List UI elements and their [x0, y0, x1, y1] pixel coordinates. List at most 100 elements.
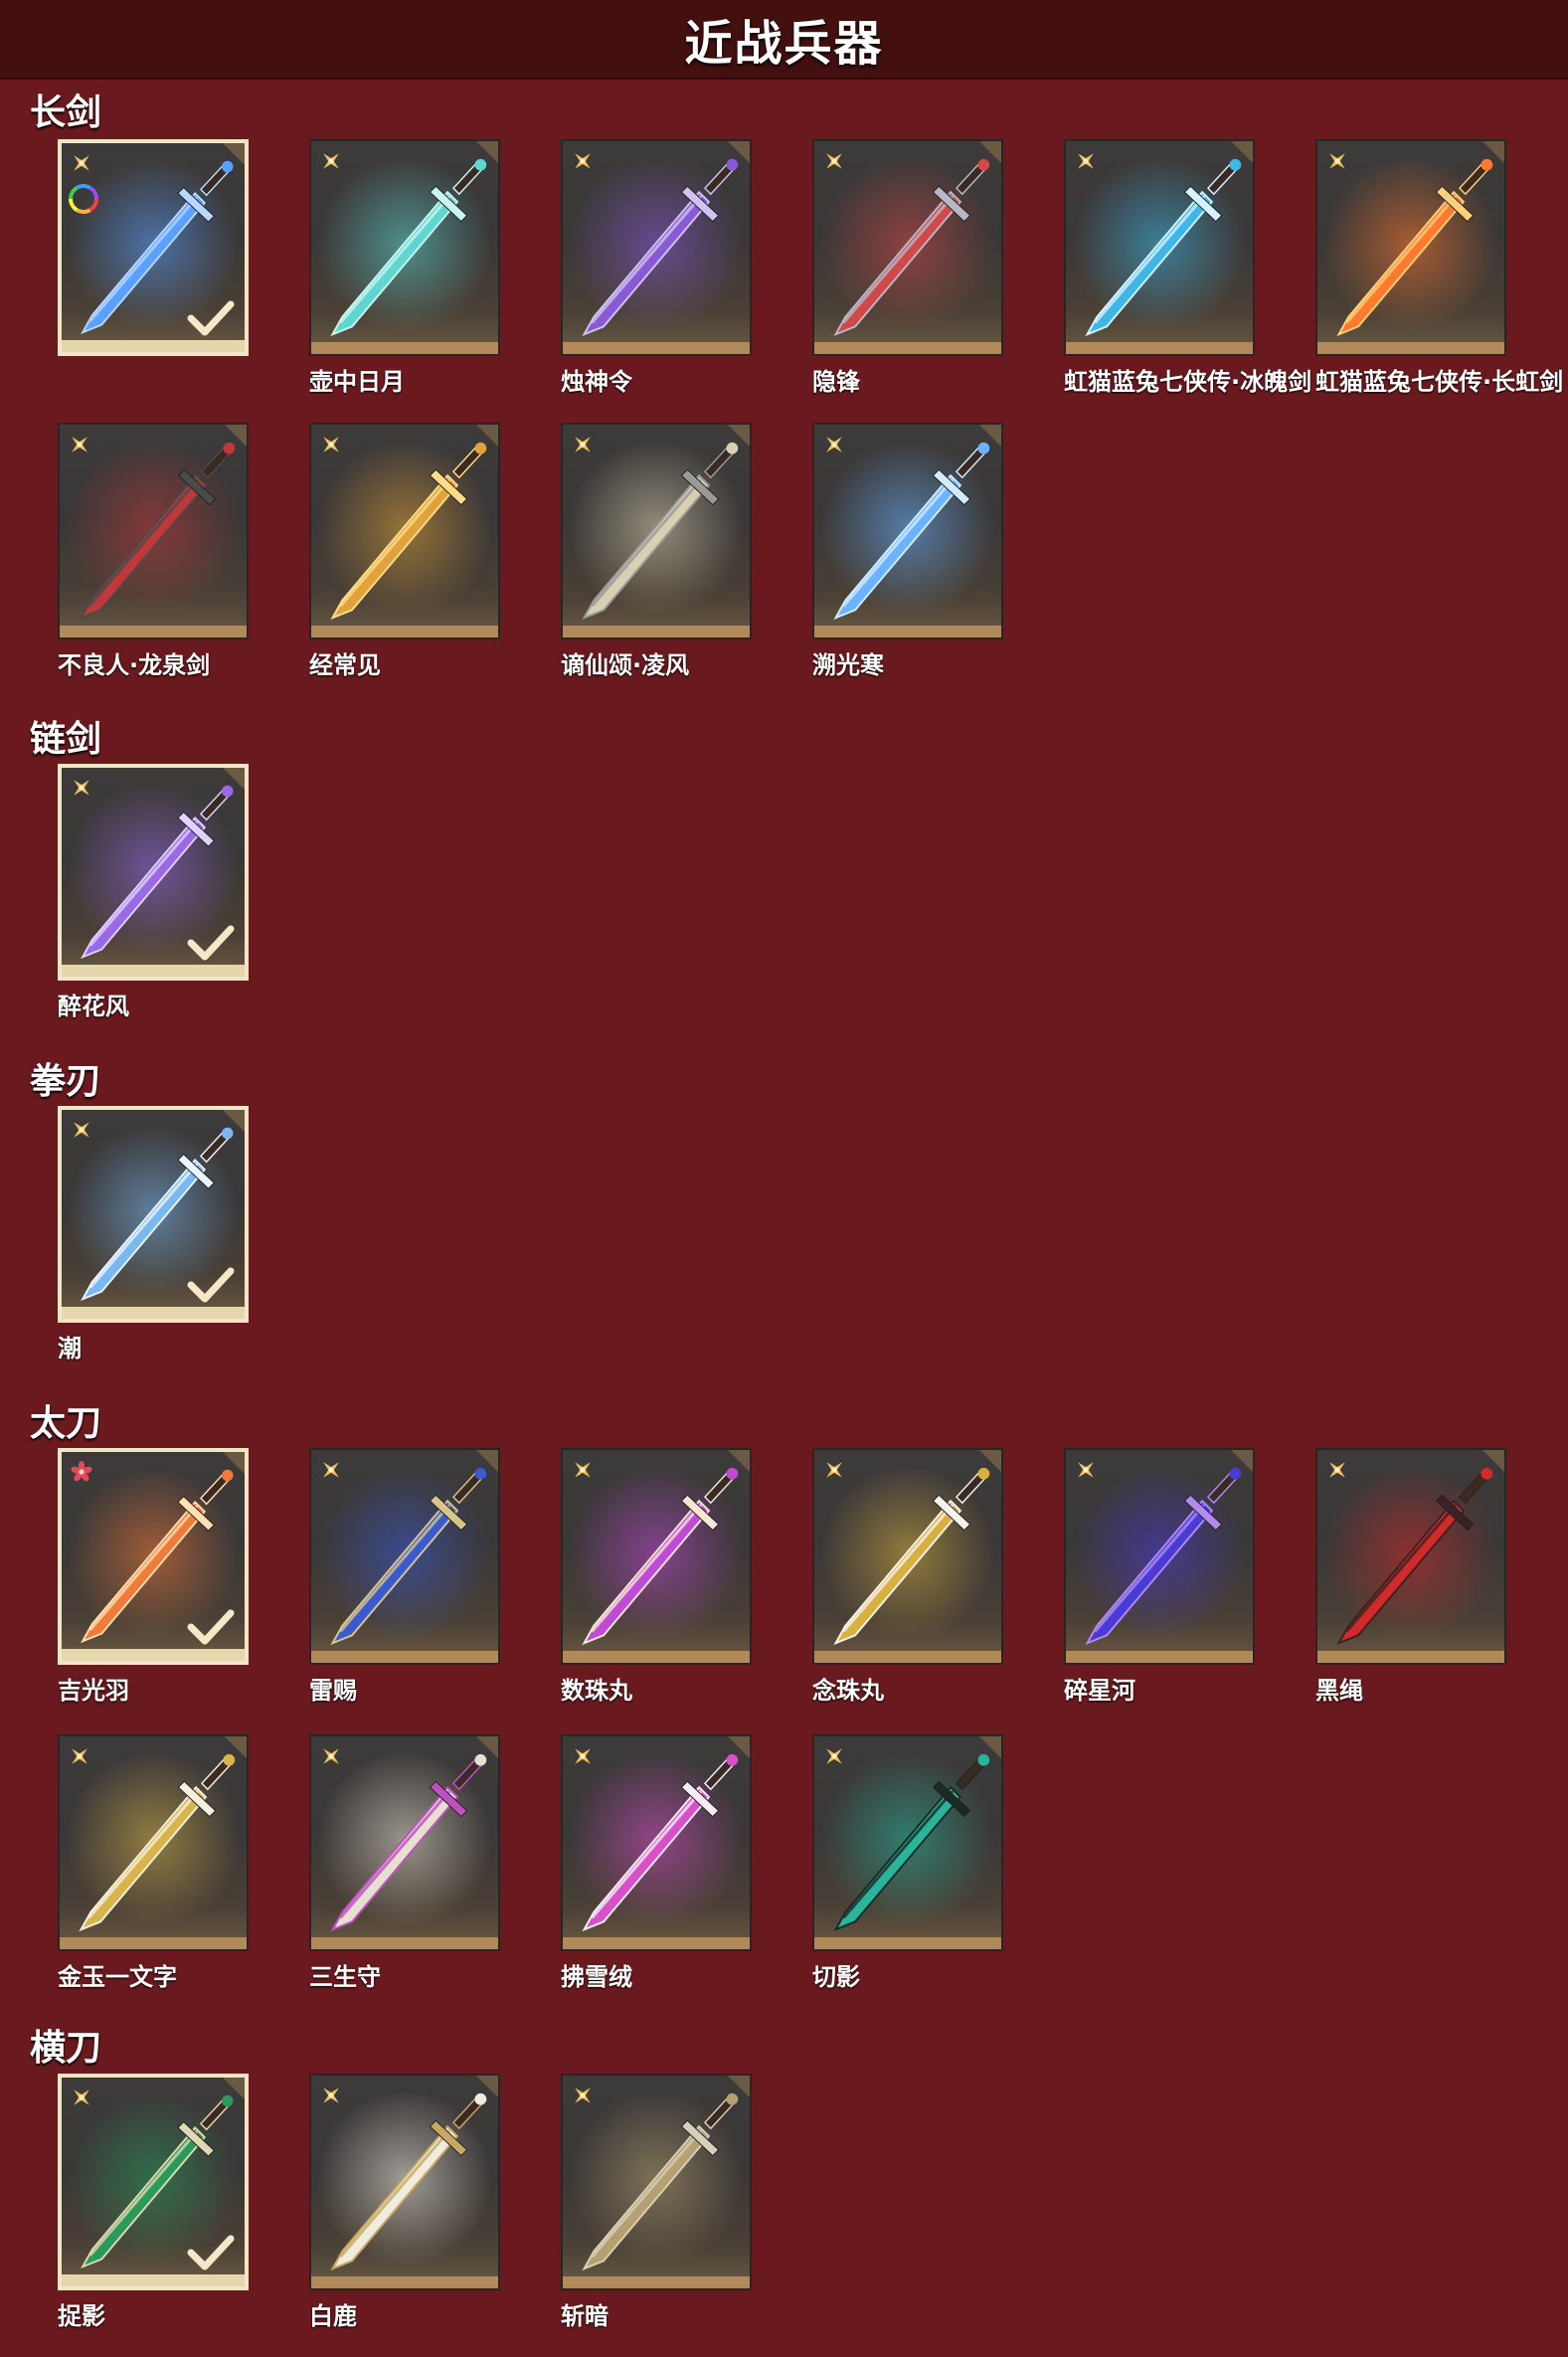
weapon-icon — [1071, 155, 1248, 337]
weapon-item[interactable]: 潮 — [58, 1106, 253, 1362]
weapon-name: 切影 — [812, 1963, 860, 1991]
weapon-item[interactable]: 溯光寒 — [812, 423, 1007, 679]
weapon-item[interactable]: 虹猫蓝兔七侠传·长虹剑 — [1315, 139, 1563, 396]
star-badge-icon — [1078, 153, 1094, 169]
weapon-name: 潮 — [58, 1335, 82, 1362]
weapon-name: 拂雪绒 — [561, 1963, 632, 1991]
weapon-name: 经常见 — [309, 651, 381, 679]
weapon-item[interactable] — [58, 139, 253, 360]
weapon-card[interactable] — [58, 423, 249, 639]
card-bottom-bar — [60, 1937, 247, 1949]
weapon-item[interactable]: 壶中日月 — [309, 139, 504, 396]
category-label: 横刀 — [30, 2028, 102, 2069]
weapon-card[interactable] — [561, 139, 752, 356]
weapon-name: 吉光羽 — [58, 1677, 129, 1705]
card-bottom-bar — [62, 2274, 245, 2286]
weapon-name: 念珠丸 — [812, 1677, 884, 1705]
weapon-name: 隐锋 — [812, 368, 860, 396]
star-badge-icon — [323, 437, 339, 453]
card-bottom-bar — [60, 626, 247, 637]
weapon-card[interactable] — [1315, 139, 1506, 356]
weapon-card[interactable] — [58, 764, 249, 981]
weapon-name: 黑绳 — [1315, 1677, 1363, 1705]
weapon-card[interactable] — [812, 423, 1003, 639]
star-badge-icon — [323, 1462, 339, 1478]
weapon-item[interactable]: 醉花风 — [58, 764, 253, 1020]
weapon-card[interactable] — [812, 139, 1003, 356]
weapon-card[interactable] — [58, 1448, 249, 1665]
card-bottom-bar — [62, 965, 245, 977]
weapon-name: 溯光寒 — [812, 651, 884, 679]
weapon-item[interactable]: 雷赐 — [309, 1448, 504, 1705]
weapon-name: 虹猫蓝兔七侠传·冰魄剑 — [1064, 368, 1312, 396]
weapon-item[interactable]: 捉影 — [58, 2074, 253, 2330]
weapon-item[interactable]: 吉光羽 — [58, 1448, 253, 1705]
weapon-card[interactable] — [58, 139, 249, 356]
weapon-card[interactable] — [58, 2074, 249, 2290]
card-bottom-bar — [814, 342, 1001, 354]
weapon-item[interactable]: 切影 — [812, 1734, 1007, 1991]
weapon-card[interactable] — [309, 2074, 500, 2290]
star-badge-icon — [826, 437, 842, 453]
weapon-card[interactable] — [309, 1448, 500, 1665]
weapon-item[interactable]: 隐锋 — [812, 139, 1007, 396]
weapon-item[interactable]: 拂雪绒 — [561, 1734, 756, 1991]
weapon-item[interactable]: 不良人·龙泉剑 — [58, 423, 253, 679]
star-badge-icon — [1329, 1462, 1345, 1478]
weapon-item[interactable]: 三生守 — [309, 1734, 504, 1991]
weapon-item[interactable]: 碎星河 — [1064, 1448, 1259, 1705]
weapon-name: 壶中日月 — [309, 368, 405, 396]
weapon-item[interactable]: 谪仙颂·凌风 — [561, 423, 756, 679]
star-badge-icon — [826, 1462, 842, 1478]
card-bottom-bar — [311, 626, 498, 637]
star-badge-icon — [1078, 1462, 1094, 1478]
weapon-card[interactable] — [812, 1734, 1003, 1951]
star-badge-icon — [72, 437, 87, 453]
star-badge-icon — [323, 153, 339, 169]
weapon-item[interactable]: 经常见 — [309, 423, 504, 679]
weapon-item[interactable]: 烛神令 — [561, 139, 756, 396]
weapon-icon — [316, 1750, 493, 1932]
weapon-icon — [568, 439, 745, 621]
weapon-card[interactable] — [561, 1734, 752, 1951]
weapon-name: 醉花风 — [58, 993, 129, 1020]
check-icon — [187, 300, 235, 336]
weapon-icon — [568, 155, 745, 337]
weapon-item[interactable]: 黑绳 — [1315, 1448, 1510, 1705]
weapon-icon — [316, 155, 493, 337]
weapon-card[interactable] — [1315, 1448, 1506, 1665]
weapon-card[interactable] — [1064, 1448, 1255, 1665]
weapon-card[interactable] — [309, 1734, 500, 1951]
weapon-item[interactable]: 白鹿 — [309, 2074, 504, 2330]
weapon-item[interactable]: 斩暗 — [561, 2074, 756, 2330]
weapon-card[interactable] — [58, 1734, 249, 1951]
weapon-card[interactable] — [309, 139, 500, 356]
star-badge-icon — [74, 155, 89, 171]
weapon-name: 数珠丸 — [561, 1677, 632, 1705]
weapon-card[interactable] — [561, 423, 752, 639]
card-bottom-bar — [563, 2276, 750, 2288]
card-bottom-bar — [62, 1307, 245, 1319]
star-badge-icon — [575, 1748, 591, 1764]
star-badge-icon — [1329, 153, 1345, 169]
weapon-item[interactable]: 念珠丸 — [812, 1448, 1007, 1705]
page-title: 近战兵器 — [684, 16, 884, 72]
weapon-card[interactable] — [561, 1448, 752, 1665]
weapon-card[interactable] — [561, 2074, 752, 2290]
star-badge-icon — [72, 1748, 87, 1764]
card-bottom-bar — [311, 2276, 498, 2288]
weapon-card[interactable] — [309, 423, 500, 639]
weapon-card[interactable] — [812, 1448, 1003, 1665]
weapon-item[interactable]: 金玉一文字 — [58, 1734, 253, 1991]
weapon-card[interactable] — [1064, 139, 1255, 356]
weapon-card[interactable] — [58, 1106, 249, 1323]
weapon-icon — [819, 155, 996, 337]
title-bar: 近战兵器 — [0, 0, 1568, 80]
star-badge-icon — [575, 437, 591, 453]
weapon-item[interactable]: 虹猫蓝兔七侠传·冰魄剑 — [1064, 139, 1311, 396]
weapon-name: 金玉一文字 — [58, 1963, 177, 1991]
card-bottom-bar — [1066, 1651, 1253, 1663]
star-badge-icon — [323, 1748, 339, 1764]
weapon-item[interactable]: 数珠丸 — [561, 1448, 756, 1705]
weapon-icon — [819, 439, 996, 621]
